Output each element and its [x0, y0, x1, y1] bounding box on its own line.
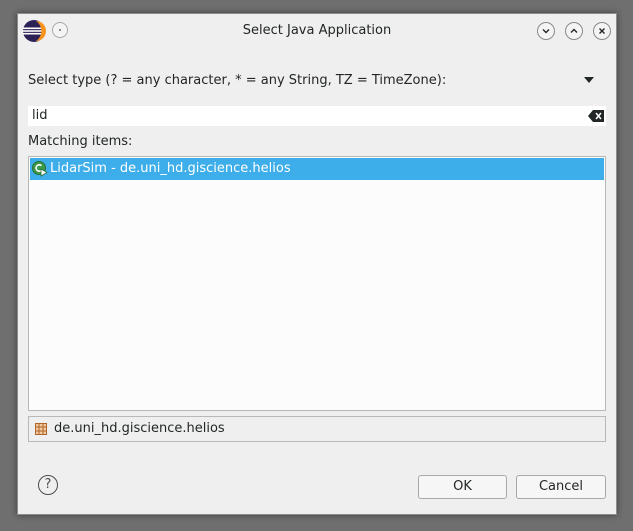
search-input[interactable]: lid: [28, 106, 606, 126]
java-main-class-icon: [32, 161, 48, 177]
ok-button[interactable]: OK: [418, 475, 507, 499]
package-icon: [35, 423, 47, 435]
window-title: Select Java Application: [242, 23, 392, 38]
package-label: de.uni_hd.giscience.helios: [54, 421, 225, 436]
chevron-up-icon: [570, 28, 578, 33]
search-input-value: lid: [32, 108, 48, 123]
type-prompt-label: Select type (? = any character, * = any …: [28, 73, 447, 88]
select-java-application-dialog: Select Java Application Select type (? =…: [17, 13, 617, 515]
package-details: de.uni_hd.giscience.helios: [28, 416, 606, 442]
matching-items-list[interactable]: LidarSim - de.uni_hd.giscience.helios: [28, 156, 606, 411]
list-item-label: LidarSim - de.uni_hd.giscience.helios: [50, 161, 291, 176]
list-item[interactable]: LidarSim - de.uni_hd.giscience.helios: [30, 158, 604, 180]
history-dropdown-icon[interactable]: [584, 77, 594, 83]
maximize-button[interactable]: [565, 22, 583, 40]
close-button[interactable]: [593, 22, 611, 40]
title-bar: Select Java Application: [18, 14, 616, 48]
minimize-button[interactable]: [537, 22, 555, 40]
matching-items-label: Matching items:: [28, 134, 133, 149]
cancel-button[interactable]: Cancel: [516, 475, 606, 499]
clear-input-icon[interactable]: [588, 110, 604, 122]
close-icon: [599, 28, 605, 34]
help-button[interactable]: ?: [38, 475, 58, 495]
chevron-down-icon: [542, 29, 550, 34]
